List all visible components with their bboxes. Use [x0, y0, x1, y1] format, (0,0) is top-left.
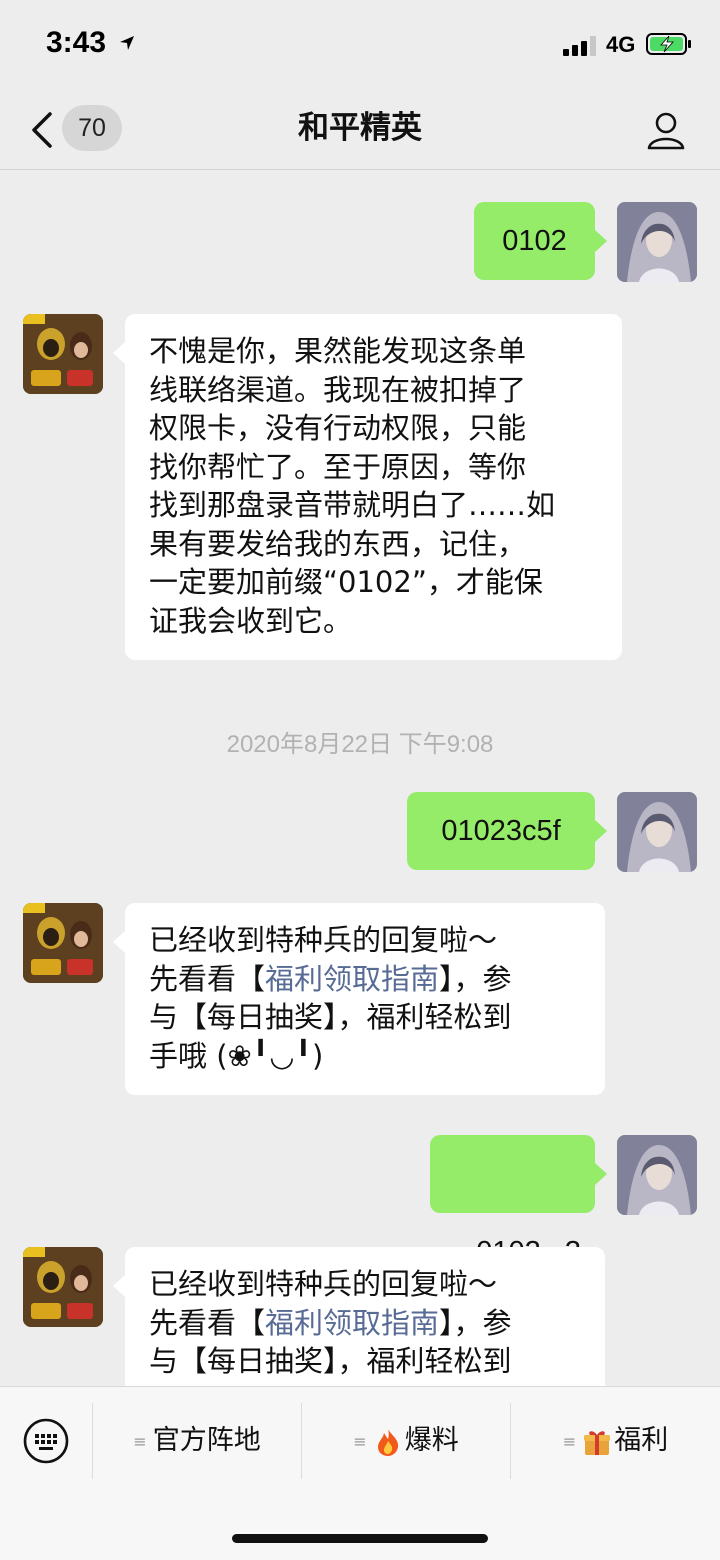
message-line: 找到那盘录音带就明白了……如	[149, 488, 556, 522]
message-line: 证我会收到它。	[149, 603, 353, 638]
chat-area[interactable]: 0102 不愧是你，果然能发现这条单 线联络渠道。我现在被扣掉了 权限卡，没有行…	[0, 171, 720, 1386]
unread-count-badge[interactable]: 70	[62, 105, 122, 151]
message-line: 找你帮忙了。至于原因，等你	[149, 449, 527, 484]
welfare-guide-link[interactable]: 福利领取指南	[265, 962, 439, 996]
bot-message-bubble[interactable]: 已经收到特种兵的回复啦～ 先看看【福利领取指南】，参 与【每日抽奖】，福利轻松到…	[113, 903, 605, 1095]
location-arrow-icon	[120, 36, 134, 50]
menu-label: 爆料	[404, 1425, 459, 1456]
keyboard-icon[interactable]	[22, 1417, 70, 1465]
my-avatar[interactable]	[617, 792, 697, 872]
message-timestamp: 2020年8月22日 下午9:08	[226, 731, 494, 758]
message-line: 手哦 (❀╹◡╹)	[149, 1038, 324, 1073]
signal-icon	[563, 36, 596, 56]
menu-label: 福利	[614, 1425, 669, 1456]
official-account-avatar[interactable]	[23, 314, 103, 394]
message-line: 先看看【福利领取指南】，参	[149, 960, 583, 999]
avatar-image	[617, 792, 697, 872]
official-account-avatar[interactable]	[23, 1247, 103, 1327]
message-line: 不愧是你，果然能发现这条单	[149, 334, 527, 368]
message-line: 已经收到特种兵的回复啦～	[149, 1267, 498, 1301]
status-bar: 3:43 4G	[0, 0, 720, 90]
message-line: 线联络渠道。我现在被扣掉了	[149, 372, 527, 407]
message-text: 先看看【	[149, 961, 266, 996]
avatar-image	[617, 1135, 697, 1215]
menu-leaks[interactable]: ≡ 爆料	[302, 1403, 510, 1479]
menu-grip-icon: ≡	[133, 1431, 147, 1451]
message-text: 】，参	[439, 1305, 512, 1340]
message-line: 已经收到特种兵的回复啦～	[149, 923, 498, 957]
welfare-guide-link[interactable]: 福利领取指南	[265, 1306, 439, 1340]
my-message-bubble[interactable]: 0102	[474, 202, 607, 280]
avatar-image	[617, 202, 697, 282]
message-text: 】，参	[439, 961, 512, 996]
menu-grip-icon: ≡	[562, 1431, 577, 1451]
message-line: 权限卡，没有行动权限，只能	[149, 411, 527, 445]
bot-message-bubble[interactable]: 已经收到特种兵的回复啦～ 先看看【福利领取指南】，参 与【每日抽奖】，福利轻松到	[113, 1247, 605, 1386]
back-chevron-icon[interactable]	[26, 110, 60, 150]
official-account-avatar[interactable]	[23, 903, 103, 983]
my-avatar[interactable]	[617, 202, 697, 282]
status-time: 3:43	[46, 26, 107, 59]
my-avatar[interactable]	[617, 1135, 697, 1215]
message-line: 与【每日抽奖】，福利轻松到	[149, 1344, 512, 1378]
battery-charging-icon	[646, 33, 691, 55]
my-message-bubble[interactable]: 0102 3	[430, 1135, 607, 1268]
my-message-bubble[interactable]: 01023c5f	[407, 792, 607, 870]
nav-bar: 和平精英 70	[0, 90, 720, 170]
profile-icon[interactable]	[644, 108, 688, 152]
message-text: 01023c5f	[441, 815, 561, 847]
game-logo-image	[23, 314, 103, 394]
message-line: 先看看【福利领取指南】，参	[149, 1304, 583, 1343]
message-text: 0102	[502, 225, 567, 257]
menu-benefits[interactable]: ≡ 福利	[511, 1403, 720, 1479]
menu-label: 官方阵地	[152, 1425, 261, 1456]
message-line: 一定要加前缀“0102”，才能保	[149, 565, 543, 599]
gift-icon	[584, 1430, 611, 1455]
message-line: 果有要发给我的东西，记住，	[149, 526, 527, 561]
home-indicator[interactable]	[232, 1534, 488, 1543]
message-text: 先看看【	[149, 1305, 266, 1340]
game-logo-image	[23, 903, 103, 983]
menu-official-base[interactable]: ≡ 官方阵地	[93, 1403, 301, 1479]
bot-message-bubble[interactable]: 不愧是你，果然能发现这条单 线联络渠道。我现在被扣掉了 权限卡，没有行动权限，只…	[113, 314, 622, 660]
menu-grip-icon: ≡	[353, 1431, 367, 1451]
fire-icon	[377, 1428, 398, 1456]
game-logo-image	[23, 1247, 103, 1327]
network-type: 4G	[606, 32, 636, 57]
message-line: 与【每日抽奖】，福利轻松到	[149, 1000, 512, 1034]
